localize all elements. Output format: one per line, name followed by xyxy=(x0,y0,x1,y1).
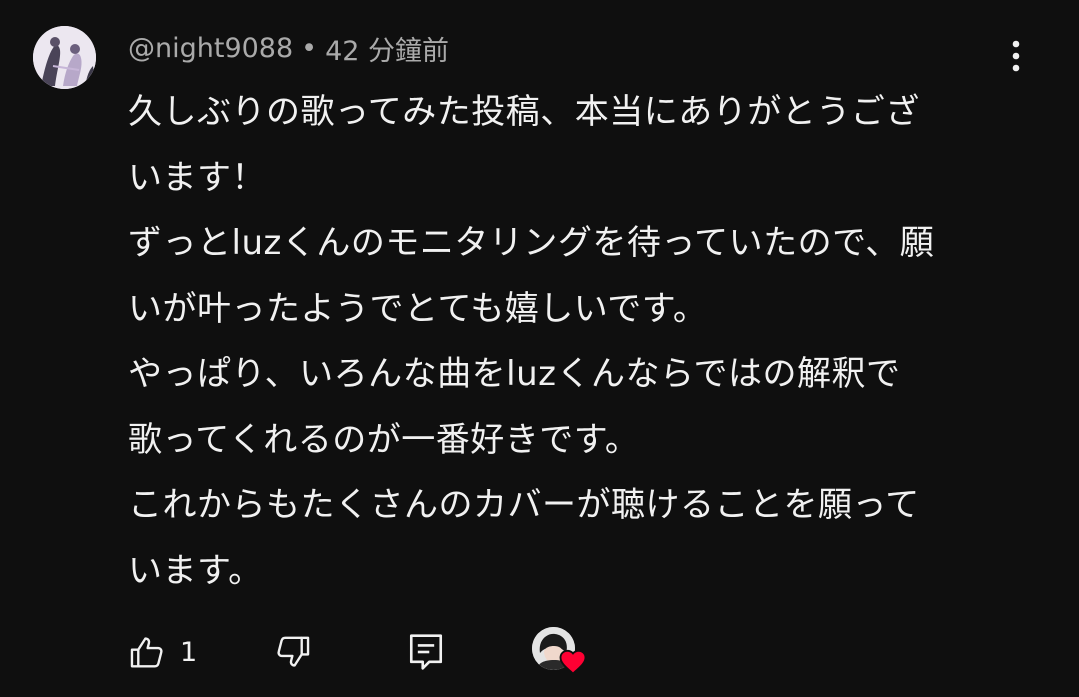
author-avatar-image xyxy=(33,26,96,89)
comment-text-line: これからもたくさんのカバーが聴けることを願って xyxy=(128,485,920,525)
comment-text-line: います！ xyxy=(128,157,266,198)
creator-heart xyxy=(532,627,590,679)
comment-header: @night9088 • 42 分鐘前 xyxy=(128,29,449,68)
like-count: 1 xyxy=(180,636,198,668)
comment-text-line: ずっとluzくんのモニタリングを待っていたので、願 xyxy=(128,223,935,263)
author-handle[interactable]: @night9088 xyxy=(128,33,293,64)
comment-thread: @night9088 • 42 分鐘前 久しぶりの歌ってみた投稿、本当にありがと… xyxy=(0,0,1079,697)
more-vert-icon xyxy=(1012,40,1020,72)
comment-text-line: います。 xyxy=(128,550,263,591)
comment-text-line: 久しぶりの歌ってみた投稿、本当にありがとうござ xyxy=(128,92,920,132)
comment-timestamp[interactable]: 42 分鐘前 xyxy=(325,29,449,68)
comment-text-line: いが叶ったようでとても嬉しいです。 xyxy=(128,288,708,329)
author-avatar[interactable] xyxy=(33,26,96,89)
heart-icon xyxy=(559,649,587,675)
like-button[interactable]: 1 xyxy=(128,624,197,680)
reply-icon xyxy=(409,634,443,670)
thumbs-down-icon xyxy=(277,636,310,667)
dislike-button[interactable] xyxy=(274,624,312,680)
comment-text-line: やっぱり、いろんな曲をluzくんならではの解釈で xyxy=(128,354,901,394)
comment-text: 久しぶりの歌ってみた投稿、本当にありがとうござ います！ ずっとluzくんのモニ… xyxy=(128,80,1008,604)
comment-menu-button[interactable] xyxy=(996,34,1036,78)
comment-text-line: 歌ってくれるのが一番好きです。 xyxy=(128,419,640,460)
reply-button[interactable] xyxy=(408,624,444,680)
thumbs-up-icon xyxy=(130,637,163,668)
header-separator: • xyxy=(301,32,318,64)
